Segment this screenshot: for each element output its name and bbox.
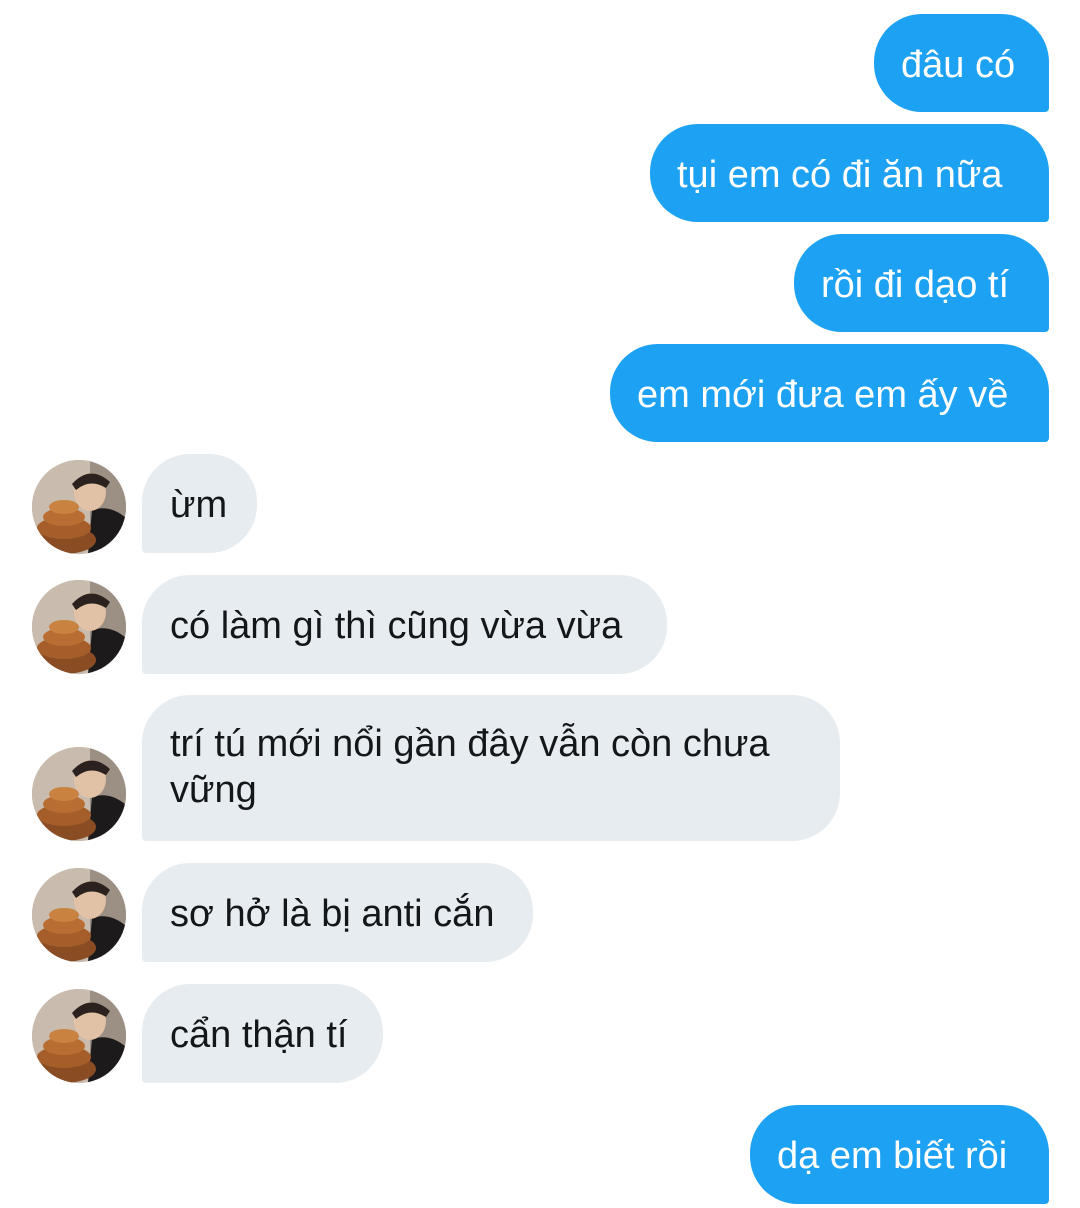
incoming-message[interactable]: trí tú mới nổi gần đây vẫn còn chưa vững: [142, 695, 840, 841]
incoming-message[interactable]: có làm gì thì cũng vừa vừa: [142, 575, 667, 674]
outgoing-message[interactable]: rồi đi dạo tí: [794, 234, 1049, 332]
outgoing-message[interactable]: đâu có: [874, 14, 1049, 112]
avatar-photo: [32, 989, 126, 1083]
message-thread: đâu có tụi em có đi ăn nữa rồi đi dạo tí…: [0, 0, 1080, 1208]
outgoing-message[interactable]: dạ em biết rồi: [750, 1105, 1049, 1204]
avatar-photo: [32, 580, 126, 674]
contact-avatar[interactable]: [32, 989, 126, 1083]
contact-avatar[interactable]: [32, 460, 126, 554]
contact-avatar[interactable]: [32, 747, 126, 841]
incoming-message[interactable]: cẩn thận tí: [142, 984, 383, 1083]
avatar-photo: [32, 460, 126, 554]
avatar-photo: [32, 868, 126, 962]
contact-avatar[interactable]: [32, 580, 126, 674]
incoming-message[interactable]: sơ hở là bị anti cắn: [142, 863, 533, 962]
incoming-message[interactable]: ừm: [142, 454, 257, 553]
outgoing-message[interactable]: tụi em có đi ăn nữa: [650, 124, 1049, 222]
outgoing-message[interactable]: em mới đưa em ấy về: [610, 344, 1049, 442]
contact-avatar[interactable]: [32, 868, 126, 962]
avatar-photo: [32, 747, 126, 841]
